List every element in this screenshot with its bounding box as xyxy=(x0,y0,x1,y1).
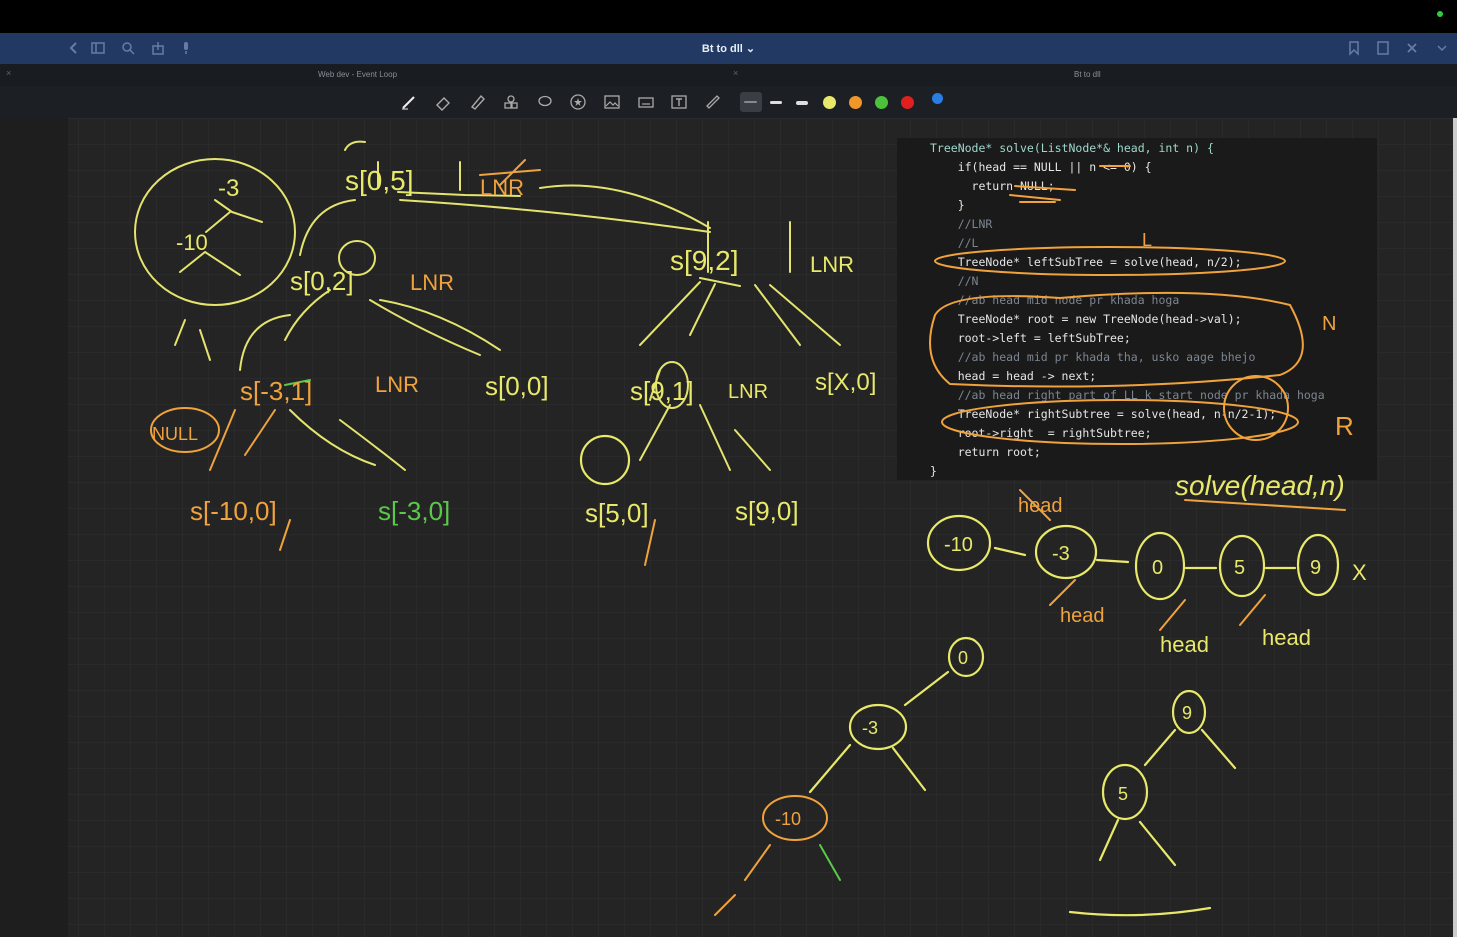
tab-bt-to-dll[interactable]: Bt to dll xyxy=(1074,70,1101,79)
code-line: if(head == NULL || n <= 0) { xyxy=(930,160,1152,174)
title-bar: Bt to dll ⌄ xyxy=(0,33,1457,64)
close-icon[interactable] xyxy=(1404,40,1420,56)
code-line: root->right = rightSubtree; xyxy=(930,426,1152,440)
tab-close-icon[interactable]: × xyxy=(733,68,738,78)
left-margin xyxy=(0,118,68,937)
code-line: return root; xyxy=(930,445,1041,459)
tab-bar: × Web dev - Event Loop × Bt to dll xyxy=(0,64,1457,86)
image-icon[interactable] xyxy=(603,93,621,111)
code-line: //LNR xyxy=(930,217,993,231)
text-icon[interactable] xyxy=(670,93,688,111)
code-line: } xyxy=(930,464,937,478)
code-line: } xyxy=(930,198,965,212)
color-green[interactable] xyxy=(875,96,888,109)
stroke-thick[interactable] xyxy=(796,101,808,105)
window-title: Bt to dll ⌄ xyxy=(701,43,756,55)
code-line: //ab head right part of LL k start node … xyxy=(930,388,1325,402)
color-orange[interactable] xyxy=(849,96,862,109)
code-image: TreeNode* solve(ListNode*& head, int n) … xyxy=(897,138,1377,480)
code-line: //ab head mid pr khada tha, usko aage bh… xyxy=(930,350,1256,364)
code-line: return NULL; xyxy=(930,179,1055,193)
tab-close-icon[interactable]: × xyxy=(6,68,11,78)
code-line: //ab head mid node pr khada hoga xyxy=(930,293,1180,307)
bookmark-icon[interactable] xyxy=(1346,40,1362,56)
code-line: head = head -> next; xyxy=(930,369,1097,383)
tab-web-dev[interactable]: Web dev - Event Loop xyxy=(318,70,397,79)
ruler-icon[interactable] xyxy=(704,93,722,111)
code-line: //L xyxy=(930,236,979,250)
code-line: TreeNode* rightSubtree = solve(head, n-n… xyxy=(930,407,1277,421)
drawing-toolbar xyxy=(0,86,1457,119)
highlighter-icon[interactable] xyxy=(468,93,486,111)
pages-icon[interactable] xyxy=(1375,40,1391,56)
star-icon[interactable] xyxy=(569,93,587,111)
color-blue[interactable] xyxy=(932,93,943,104)
color-yellow[interactable] xyxy=(823,96,836,109)
color-red[interactable] xyxy=(901,96,914,109)
scrollbar[interactable] xyxy=(1453,118,1457,937)
code-line: //N xyxy=(930,274,979,288)
keyboard-icon[interactable] xyxy=(637,93,655,111)
lasso-icon[interactable] xyxy=(536,93,554,111)
eraser-icon[interactable] xyxy=(434,93,452,111)
stroke-medium[interactable] xyxy=(770,101,782,104)
code-line: root->left = leftSubTree; xyxy=(930,331,1131,345)
recording-indicator xyxy=(1437,11,1443,17)
chevron-down-icon[interactable] xyxy=(1434,40,1450,56)
shapes-icon[interactable] xyxy=(502,93,520,111)
code-line: TreeNode* root = new TreeNode(head->val)… xyxy=(930,312,1242,326)
stroke-thin[interactable] xyxy=(744,101,757,103)
code-line: TreeNode* leftSubTree = solve(head, n/2)… xyxy=(930,255,1242,269)
top-bar xyxy=(0,0,1457,33)
pen-icon[interactable] xyxy=(400,93,418,111)
code-line: TreeNode* solve(ListNode*& head, int n) … xyxy=(930,141,1214,155)
